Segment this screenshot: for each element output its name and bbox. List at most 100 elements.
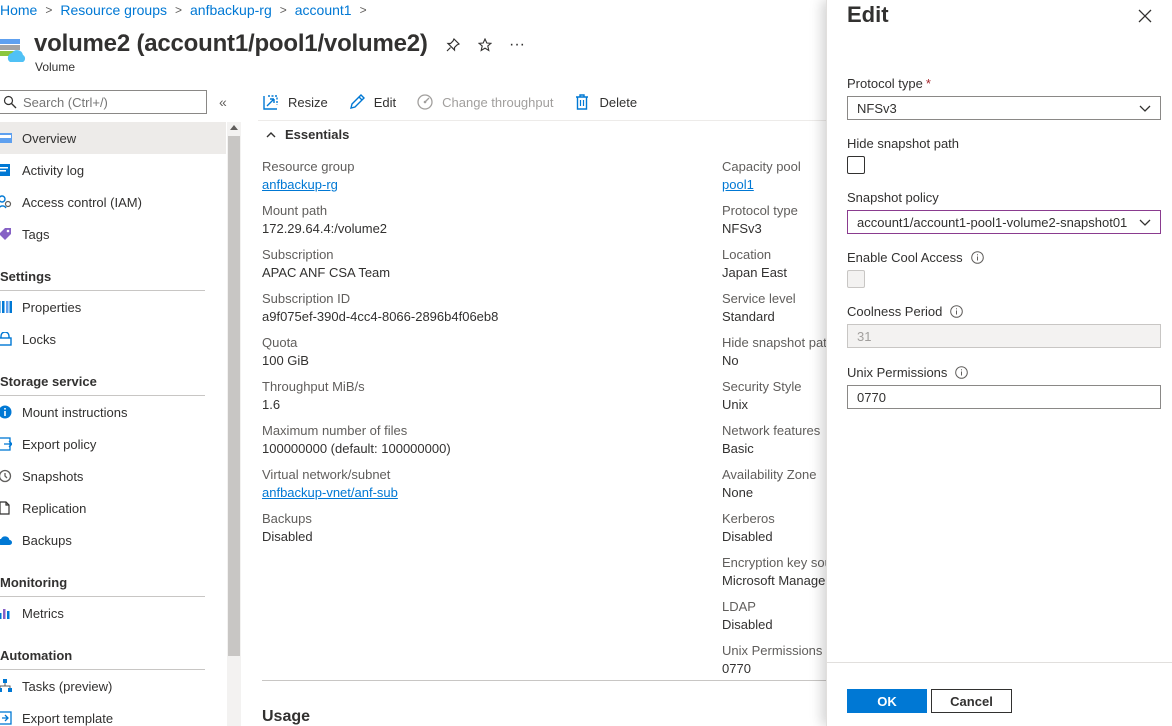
breadcrumb-resource-group[interactable]: anfbackup-rg xyxy=(190,2,272,18)
sidebar-item-activity-log[interactable]: Activity log xyxy=(0,154,226,186)
field-kerberos: Kerberos Disabled xyxy=(722,510,826,554)
sidebar-section-storage: Storage service xyxy=(0,374,97,389)
field-network-features: Network features Basic xyxy=(722,422,826,466)
field-label: Capacity pool xyxy=(722,159,801,174)
sidebar-search[interactable] xyxy=(0,90,207,114)
chevron-down-icon xyxy=(1139,103,1151,113)
sidebar-item-locks[interactable]: Locks xyxy=(0,323,226,355)
field-label: Subscription xyxy=(262,247,334,262)
iam-icon xyxy=(0,195,12,209)
field-ldap: LDAP Disabled xyxy=(722,598,826,642)
field-value: APAC ANF CSA Team xyxy=(262,265,391,280)
protocol-type-dropdown[interactable]: NFSv3 xyxy=(847,96,1161,120)
resize-label: Resize xyxy=(288,94,328,110)
sidebar-item-access-control[interactable]: Access control (IAM) xyxy=(0,186,226,218)
field-label: Virtual network/subnet xyxy=(262,467,391,482)
hide-snapshot-path-checkbox[interactable] xyxy=(847,156,865,174)
field-vnet-subnet: Virtual network/subnet anfbackup-vnet/anf… xyxy=(262,466,702,510)
more-options-icon[interactable]: ··· xyxy=(506,34,528,56)
sidebar-item-backups[interactable]: Backups xyxy=(0,524,226,556)
snapshot-policy-label-text: Snapshot policy xyxy=(847,190,939,205)
protocol-type-label: Protocol type * xyxy=(847,76,931,91)
sidebar-item-mount-instructions[interactable]: Mount instructions xyxy=(0,396,226,428)
vnet-subnet-link[interactable]: anfbackup-vnet/anf-sub xyxy=(262,484,702,502)
field-label: Hide snapshot pat xyxy=(722,335,826,350)
unix-permissions-label-text: Unix Permissions xyxy=(847,365,948,380)
snapshot-policy-dropdown[interactable]: account1/account1-pool1-volume2-snapshot… xyxy=(847,210,1161,234)
close-icon[interactable] xyxy=(1137,8,1153,24)
resize-button[interactable]: Resize xyxy=(262,93,328,111)
field-label: Availability Zone xyxy=(722,467,817,482)
scroll-up-arrow-icon[interactable] xyxy=(230,125,238,130)
breadcrumb-resource-groups[interactable]: Resource groups xyxy=(60,2,167,18)
sidebar-section-monitoring: Monitoring xyxy=(0,575,68,590)
coolness-period-input[interactable] xyxy=(847,324,1161,348)
sidebar-item-label: Tasks (preview) xyxy=(22,678,113,694)
field-mount-path: Mount path 172.29.64.4:/volume2 xyxy=(262,202,702,246)
field-value: Disabled xyxy=(722,617,773,632)
sidebar-item-replication[interactable]: Replication xyxy=(0,492,226,524)
info-icon[interactable] xyxy=(970,251,984,264)
essentials-left-column: Resource group anfbackup-rg Mount path 172… xyxy=(262,158,702,554)
breadcrumb-home[interactable]: Home xyxy=(0,2,37,18)
essentials-title: Essentials xyxy=(285,127,350,142)
field-throughput: Throughput MiB/s 1.6 xyxy=(262,378,702,422)
export-template-icon xyxy=(0,711,12,725)
sidebar-item-export-policy[interactable]: Export policy xyxy=(0,428,226,460)
chevron-up-icon xyxy=(266,131,276,137)
sidebar-item-overview[interactable]: Overview xyxy=(0,122,226,154)
breadcrumb-separator: > xyxy=(45,3,53,17)
info-icon[interactable] xyxy=(950,305,964,318)
breadcrumb-account[interactable]: account1 xyxy=(295,2,352,18)
hide-snapshot-path-label-text: Hide snapshot path xyxy=(847,136,960,151)
edit-button[interactable]: Edit xyxy=(348,93,396,111)
info-icon[interactable] xyxy=(955,366,969,379)
cool-access-checkbox[interactable] xyxy=(847,270,865,288)
page-header: volume2 (account1/pool1/volume2) Volume … xyxy=(0,30,826,78)
field-label: Location xyxy=(722,247,772,262)
field-protocol-type: Protocol type NFSv3 xyxy=(722,202,826,246)
sidebar-item-properties[interactable]: Properties xyxy=(0,291,226,323)
field-availability-zone: Availability Zone None xyxy=(722,466,826,510)
field-value: Unix xyxy=(722,397,749,412)
pin-icon[interactable] xyxy=(442,34,464,56)
search-input[interactable] xyxy=(23,94,193,110)
field-value: No xyxy=(722,353,739,368)
capacity-pool-link[interactable]: pool1 xyxy=(722,176,826,194)
sidebar-item-label: Replication xyxy=(22,500,87,516)
protocol-type-value: NFSv3 xyxy=(857,100,897,116)
replication-icon xyxy=(0,501,10,515)
cancel-button[interactable]: Cancel xyxy=(931,689,1012,713)
field-resource-group: Resource group anfbackup-rg xyxy=(262,158,702,202)
sidebar-item-tags[interactable]: Tags xyxy=(0,218,226,250)
lock-icon xyxy=(0,332,12,346)
collapse-sidebar-button[interactable]: « xyxy=(219,94,227,110)
page-title: volume2 (account1/pool1/volume2) xyxy=(34,30,428,57)
sidebar-item-metrics[interactable]: Metrics xyxy=(0,597,226,629)
field-label: Service level xyxy=(722,291,796,306)
field-quota: Quota 100 GiB xyxy=(262,334,702,378)
field-label: Backups xyxy=(262,511,312,526)
title-actions: ··· xyxy=(442,34,528,56)
change-throughput-button[interactable]: Change throughput xyxy=(416,93,553,111)
activity-log-icon xyxy=(0,164,10,176)
required-marker: * xyxy=(925,76,931,91)
unix-permissions-input[interactable] xyxy=(847,385,1161,409)
favorite-star-icon[interactable] xyxy=(474,34,496,56)
delete-button[interactable]: Delete xyxy=(573,93,637,111)
gauge-icon xyxy=(417,94,433,110)
ok-button[interactable]: OK xyxy=(847,689,927,713)
properties-icon xyxy=(0,301,12,313)
resource-group-link[interactable]: anfbackup-rg xyxy=(262,176,702,194)
sidebar-item-snapshots[interactable]: Snapshots xyxy=(0,460,226,492)
scrollbar-thumb[interactable] xyxy=(228,136,240,656)
sidebar-item-label: Backups xyxy=(22,532,72,548)
sidebar-item-export-template[interactable]: Export template xyxy=(0,702,226,726)
sidebar-scrollbar[interactable] xyxy=(227,122,241,726)
field-value: 172.29.64.4:/volume2 xyxy=(262,221,388,236)
breadcrumb-separator: > xyxy=(175,3,183,17)
sidebar-item-tasks[interactable]: Tasks (preview) xyxy=(0,670,226,702)
essentials-toggle[interactable]: Essentials xyxy=(266,127,349,142)
field-value: a9f075ef-390d-4cc4-8066-2896b4f06eb8 xyxy=(262,309,499,324)
sidebar-item-label: Access control (IAM) xyxy=(22,194,142,210)
